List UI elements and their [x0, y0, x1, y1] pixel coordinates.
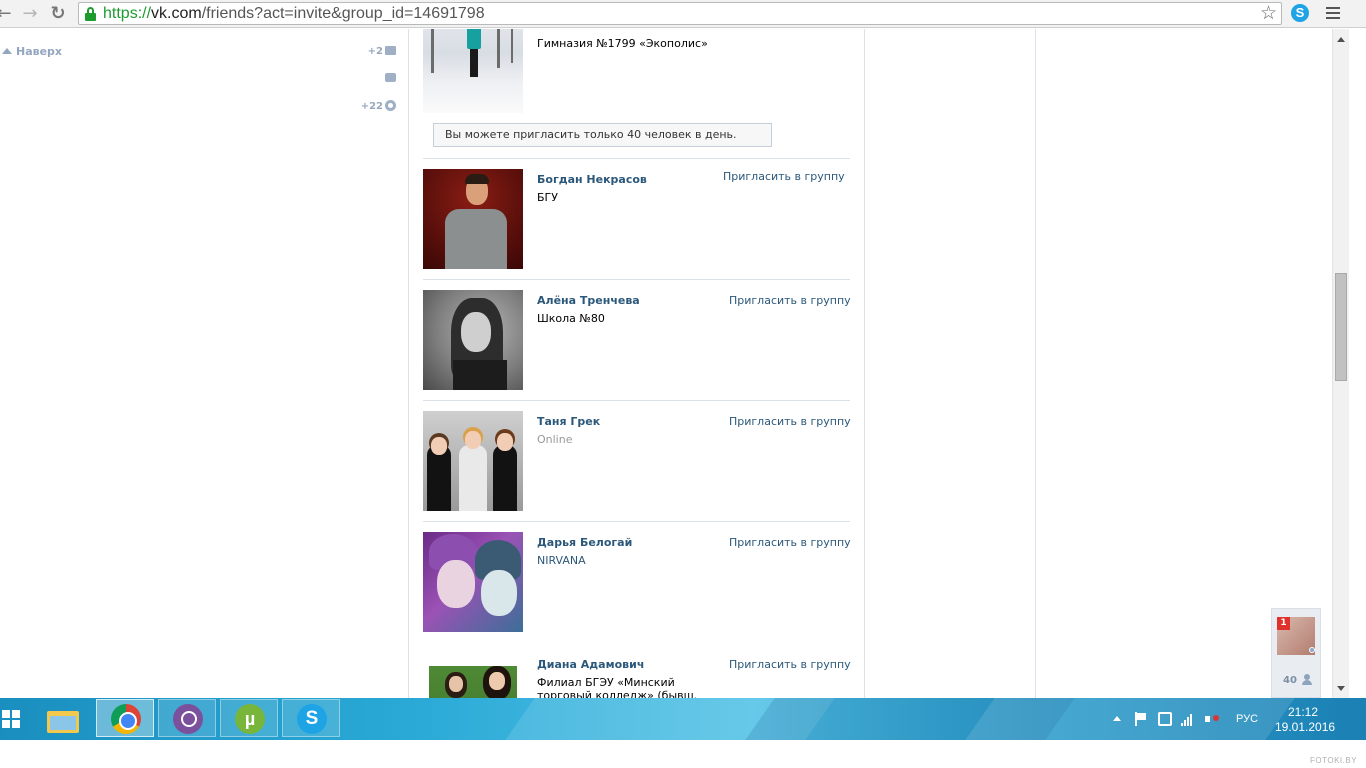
taskbar-utorrent[interactable]: µ [220, 699, 278, 737]
friend-item: Алёна Тренчева Школа №80 Пригласить в гр… [423, 290, 851, 390]
divider [423, 400, 850, 401]
arrow-up-icon [2, 48, 12, 54]
friend-name[interactable]: Таня Грек [537, 415, 600, 428]
window-edge [1349, 29, 1366, 698]
watermark: FOTOKI.BY [1310, 756, 1358, 765]
clock-time: 21:12 [1287, 705, 1319, 719]
friend-school: БГУ [537, 191, 558, 204]
invite-limit-notice: Вы можете пригласить только 40 человек в… [433, 123, 772, 147]
tray-expand-icon[interactable] [1113, 716, 1121, 721]
friend-item: Богдан Некрасов БГУ Пригласить в группу [423, 169, 850, 269]
person-icon [1302, 674, 1312, 685]
friend-name[interactable]: Дарья Белогай [537, 536, 632, 549]
page-viewport: Наверх +2 +22 Гимназия №1799 «Экополис» … [0, 29, 1332, 698]
scroll-to-top-link[interactable]: Наверх [2, 45, 62, 58]
friend-school: Филиал БГЭУ «Минский торговый колледж» (… [537, 676, 698, 698]
online-dot-icon [1309, 647, 1315, 653]
online-friends-count: 40 [1283, 675, 1297, 686]
divider [423, 279, 850, 280]
friend-photo[interactable] [423, 411, 523, 511]
scroll-down-arrow-icon[interactable] [1337, 686, 1345, 691]
friend-photo[interactable] [423, 169, 523, 269]
network-signal-icon[interactable] [1181, 712, 1195, 726]
volume-muted-icon[interactable] [1205, 712, 1219, 726]
reload-button[interactable]: ↻ [48, 4, 68, 24]
friend-item: Гимназия №1799 «Экополис» [423, 29, 850, 113]
system-clock[interactable]: 21:12 19.01.2016 [1275, 705, 1336, 735]
skype-extension-icon[interactable]: S [1291, 4, 1309, 22]
friend-name[interactable]: Диана Адамович [537, 658, 644, 671]
taskbar-viber[interactable] [158, 699, 216, 737]
device-icon[interactable] [1158, 712, 1172, 726]
file-explorer-icon[interactable] [47, 707, 79, 735]
friends-list: Гимназия №1799 «Экополис» Вы можете приг… [408, 29, 865, 698]
messages-indicator[interactable]: +2 [368, 46, 396, 57]
clock-date: 19.01.2016 [1275, 720, 1336, 734]
friend-name[interactable]: Богдан Некрасов [537, 173, 647, 186]
viber-icon [173, 704, 203, 734]
invite-button[interactable]: Пригласить в группу [729, 415, 851, 428]
invite-button[interactable]: Пригласить в группу [729, 658, 851, 671]
scroll-up-arrow-icon[interactable] [1337, 37, 1345, 42]
friend-item: Таня Грек Online Пригласить в группу [423, 411, 851, 511]
lock-icon [85, 7, 96, 21]
chat-bubble-icon[interactable] [385, 73, 396, 82]
url-text[interactable]: https://vk.com/friends?act=invite&group_… [103, 4, 485, 24]
taskbar-chrome[interactable] [96, 699, 154, 737]
browser-toolbar: ← → ↻ https://vk.com/friends?act=invite&… [0, 0, 1366, 28]
bookmark-star-icon[interactable]: ☆ [1260, 3, 1277, 24]
divider [423, 521, 850, 522]
divider [423, 158, 850, 159]
friend-photo[interactable] [423, 290, 523, 390]
utorrent-icon: µ [235, 704, 265, 734]
skype-icon: S [297, 704, 327, 734]
chrome-icon [111, 704, 141, 734]
invite-button[interactable]: Пригласить в группу [729, 294, 851, 307]
back-button[interactable]: ← [0, 4, 14, 24]
online-status: Online [537, 433, 573, 446]
notifications-indicator[interactable]: +22 [361, 100, 396, 112]
envelope-icon [385, 46, 396, 55]
address-bar[interactable]: https://vk.com/friends?act=invite&group_… [78, 2, 1282, 25]
friend-school[interactable]: NIRVANA [537, 554, 727, 567]
chat-sidebar[interactable]: 1 40 [1271, 608, 1321, 698]
invite-button[interactable]: Пригласить в группу [729, 536, 851, 549]
friend-item: Диана Адамович Филиал БГЭУ «Минский торг… [423, 658, 851, 698]
start-button[interactable] [2, 710, 20, 728]
friend-school: Школа №80 [537, 312, 605, 325]
right-column-divider [1035, 29, 1036, 698]
menu-icon[interactable] [1326, 7, 1340, 19]
friend-photo[interactable] [423, 29, 523, 113]
friend-item: Дарья Белогай NIRVANA Пригласить в групп… [423, 532, 851, 632]
bottom-margin [0, 740, 1366, 768]
friend-name[interactable]: Алёна Тренчева [537, 294, 640, 307]
page-scrollbar[interactable] [1332, 29, 1349, 698]
input-language[interactable]: РУС [1236, 713, 1258, 725]
taskbar-skype[interactable]: S [282, 699, 340, 737]
left-sidebar: Наверх +2 +22 [0, 29, 408, 698]
gear-icon [385, 100, 396, 111]
forward-button[interactable]: → [20, 4, 40, 24]
friend-photo[interactable] [423, 532, 523, 632]
friend-school: Гимназия №1799 «Экополис» [537, 37, 708, 50]
scrollbar-thumb[interactable] [1335, 273, 1347, 381]
unread-badge: 1 [1277, 617, 1290, 630]
invite-button[interactable]: Пригласить в группу [723, 170, 845, 183]
friend-photo[interactable] [429, 658, 517, 698]
action-center-flag-icon[interactable] [1133, 712, 1147, 726]
